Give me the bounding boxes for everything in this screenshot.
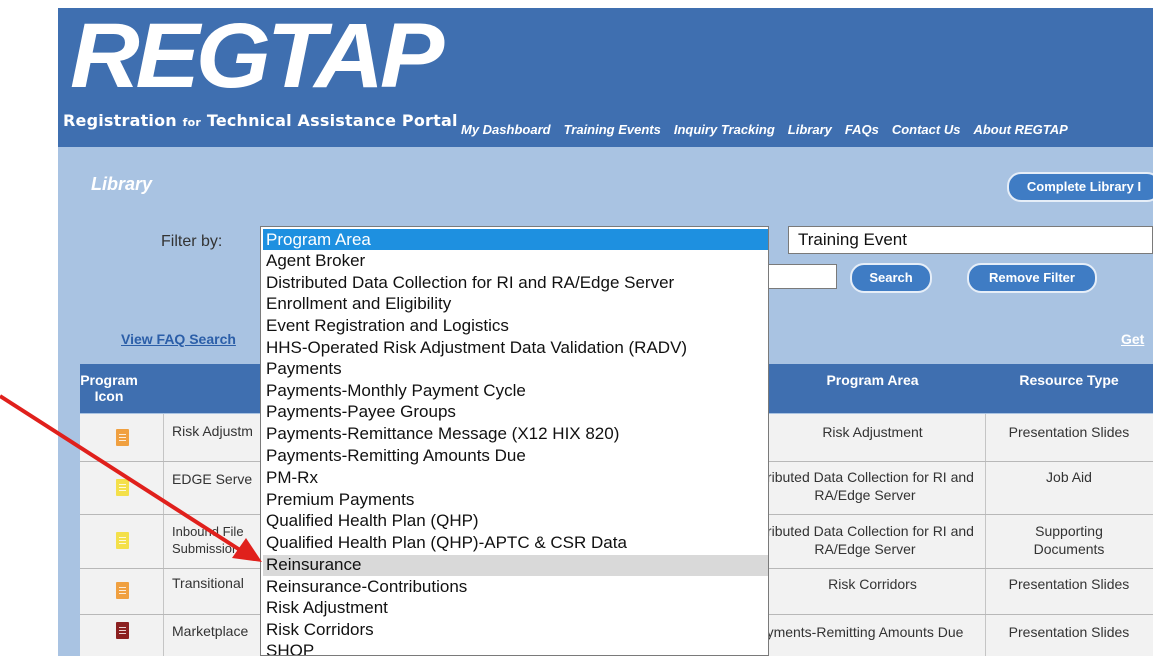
resource-title[interactable]: Risk Adjustm xyxy=(172,423,253,439)
filter-by-label: Filter by: xyxy=(161,233,223,250)
dropdown-option[interactable]: Enrollment and Eligibility xyxy=(266,294,451,314)
nav-training-events[interactable]: Training Events xyxy=(564,122,661,137)
program-area-cell: Risk Corridors xyxy=(828,576,917,592)
resource-type-cell: Supporting Documents xyxy=(1033,523,1105,557)
program-area-dropdown[interactable]: Program Area Agent Broker Distributed Da… xyxy=(260,226,769,656)
program-area-cell: stributed Data Collection for RI and RA/… xyxy=(756,469,974,503)
regtap-logo[interactable]: REGTAP xyxy=(70,6,444,106)
complete-library-button[interactable]: Complete Library I xyxy=(1007,172,1153,202)
dropdown-option-reinsurance[interactable]: Reinsurance xyxy=(266,555,361,575)
subtitle-part-1: Registration xyxy=(63,111,177,130)
nav-inquiry-tracking[interactable]: Inquiry Tracking xyxy=(674,122,775,137)
dropdown-option[interactable]: Qualified Health Plan (QHP) xyxy=(266,511,479,531)
search-input[interactable] xyxy=(767,264,837,289)
resource-type-cell: Presentation Slides xyxy=(1008,624,1130,640)
dropdown-option[interactable]: Qualified Health Plan (QHP)-APTC & CSR D… xyxy=(266,533,627,553)
nav-about-regtap[interactable]: About REGTAP xyxy=(973,122,1067,137)
document-icon xyxy=(116,532,129,549)
top-navigation: My Dashboard Training Events Inquiry Tra… xyxy=(461,122,1068,137)
get-link[interactable]: Get xyxy=(1121,331,1144,347)
resource-title-line-2[interactable]: Submission xyxy=(172,541,239,556)
view-faq-search-link[interactable]: View FAQ Search xyxy=(121,331,236,347)
nav-faqs[interactable]: FAQs xyxy=(845,122,879,137)
document-icon xyxy=(116,479,129,496)
page-title: Library xyxy=(91,174,153,194)
dropdown-option[interactable]: Reinsurance-Contributions xyxy=(266,577,467,597)
dropdown-option[interactable]: Payments-Remitting Amounts Due xyxy=(266,446,526,466)
column-header-program-icon: Program Icon xyxy=(80,372,138,404)
dropdown-option[interactable]: Payments-Payee Groups xyxy=(266,402,456,422)
dropdown-option[interactable]: Payments xyxy=(266,359,342,379)
document-icon xyxy=(116,429,129,446)
column-header-resource-type: Resource Type xyxy=(1019,372,1119,388)
dropdown-option[interactable]: PM-Rx xyxy=(266,468,318,488)
dropdown-option[interactable]: Distributed Data Collection for RI and R… xyxy=(266,273,674,293)
resource-type-cell: Presentation Slides xyxy=(1008,424,1130,440)
document-icon xyxy=(116,582,129,599)
dropdown-option[interactable]: Payments-Monthly Payment Cycle xyxy=(266,381,526,401)
resource-title[interactable]: Marketplace xyxy=(172,623,248,639)
resource-title[interactable]: Transitional xyxy=(172,575,244,591)
resource-title[interactable]: EDGE Serve xyxy=(172,471,252,487)
subtitle-part-2: Technical Assistance Portal xyxy=(206,111,458,130)
document-icon xyxy=(116,622,129,639)
dropdown-option[interactable]: Risk Corridors xyxy=(266,620,374,640)
search-button[interactable]: Search xyxy=(850,263,932,293)
nav-my-dashboard[interactable]: My Dashboard xyxy=(461,122,551,137)
dropdown-option[interactable]: HHS-Operated Risk Adjustment Data Valida… xyxy=(266,338,687,358)
column-header-program-area: Program Area xyxy=(826,372,919,388)
program-area-cell: yments-Remitting Amounts Due xyxy=(766,624,964,640)
dropdown-option[interactable]: Agent Broker xyxy=(266,251,365,271)
subtitle-small-word: for xyxy=(182,116,202,129)
option-program-area[interactable]: Program Area xyxy=(266,230,371,250)
program-area-cell: stributed Data Collection for RI and RA/… xyxy=(756,523,974,557)
nav-library[interactable]: Library xyxy=(788,122,832,137)
resource-type-cell: Job Aid xyxy=(1046,469,1092,485)
program-area-cell: Risk Adjustment xyxy=(822,424,923,440)
nav-contact-us[interactable]: Contact Us xyxy=(892,122,961,137)
resource-type-cell: Presentation Slides xyxy=(1008,576,1130,592)
training-event-select[interactable]: Training Event xyxy=(788,226,1153,254)
dropdown-option[interactable]: Payments-Remittance Message (X12 HIX 820… xyxy=(266,424,619,444)
remove-filter-button[interactable]: Remove Filter xyxy=(967,263,1097,293)
dropdown-option[interactable]: Premium Payments xyxy=(266,490,414,510)
resource-title-line-1[interactable]: Inbound File xyxy=(172,524,244,539)
dropdown-option[interactable]: Risk Adjustment xyxy=(266,598,388,618)
dropdown-option[interactable]: SHOP xyxy=(266,641,314,655)
dropdown-option[interactable]: Event Registration and Logistics xyxy=(266,316,509,336)
site-header: REGTAP Registration for Technical Assist… xyxy=(58,6,1153,147)
portal-subtitle: Registration for Technical Assistance Po… xyxy=(63,111,458,130)
